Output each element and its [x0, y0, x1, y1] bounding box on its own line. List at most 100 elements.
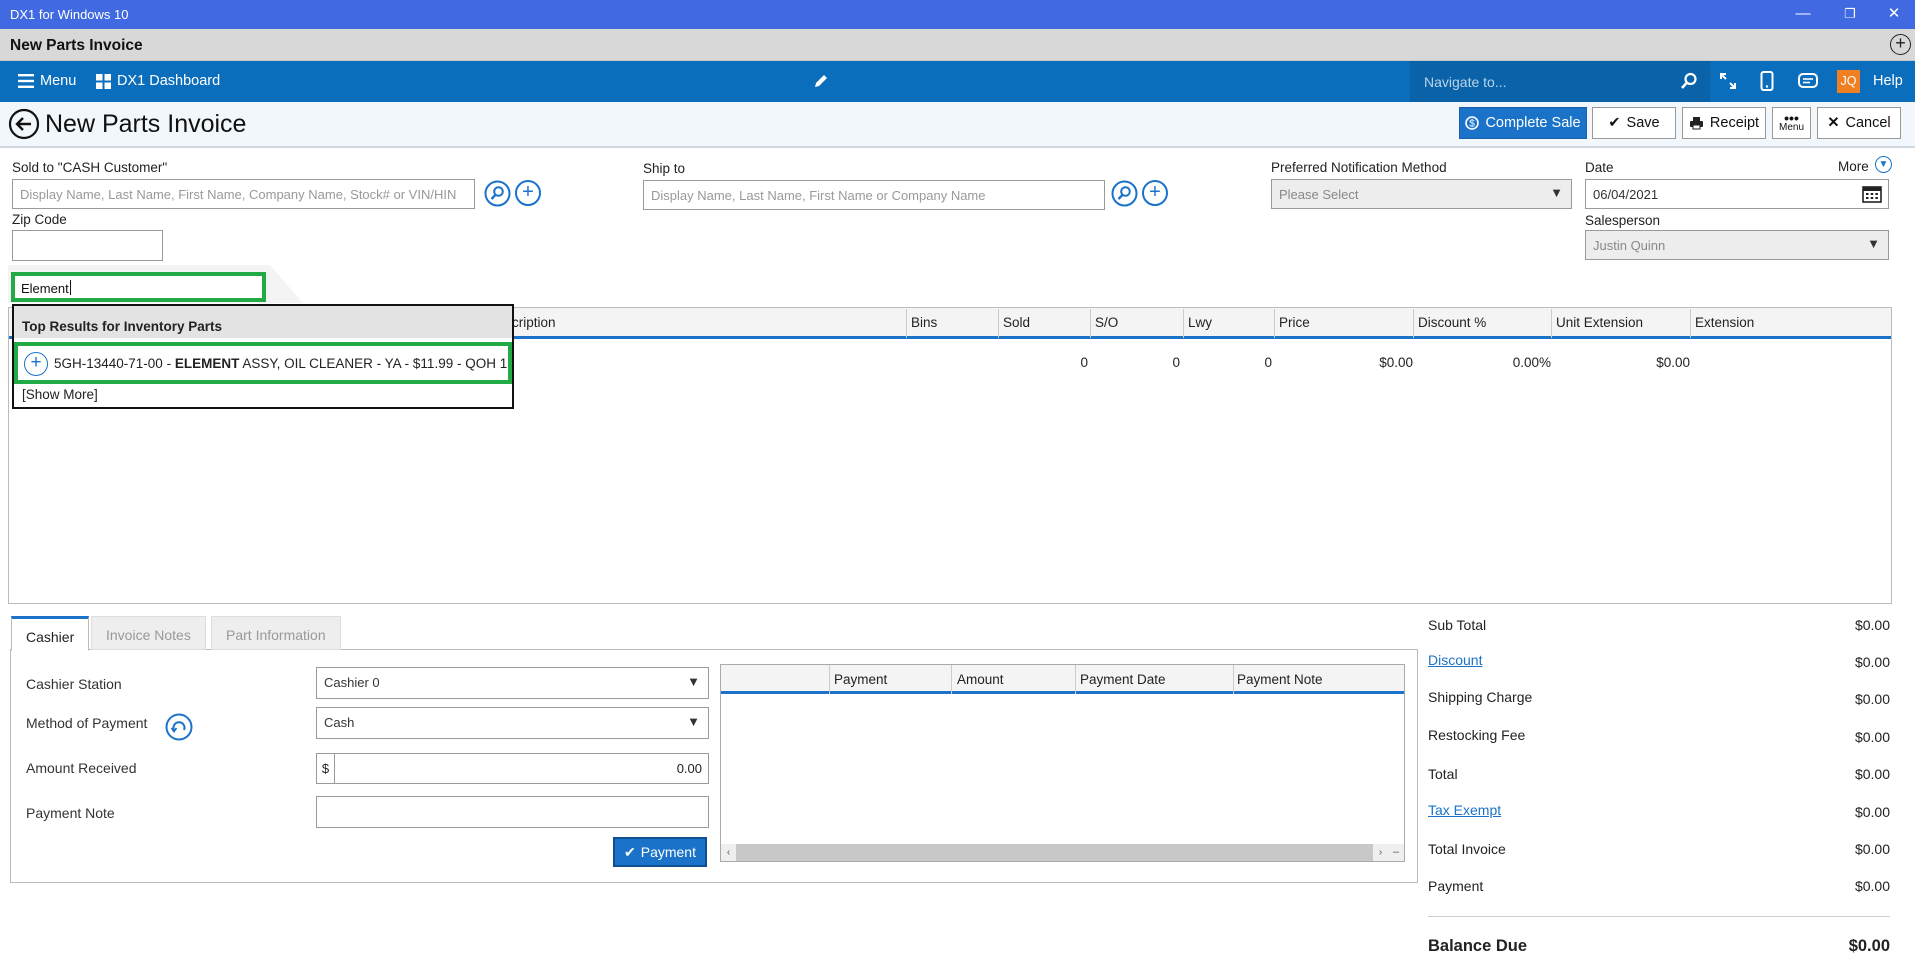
- document-tab-title[interactable]: New Parts Invoice: [10, 37, 143, 55]
- more-label[interactable]: More: [1838, 159, 1869, 174]
- zip-code-input[interactable]: [12, 230, 163, 261]
- printer-icon: [1689, 117, 1703, 130]
- save-label: Save: [1626, 115, 1660, 131]
- summary-value: $0.00: [1854, 841, 1890, 857]
- payment-method-select[interactable]: Cash ▼: [316, 707, 709, 739]
- minimize-button[interactable]: —: [1793, 4, 1813, 24]
- notification-select[interactable]: Please Select ▼: [1271, 179, 1572, 209]
- part-search-input[interactable]: Element: [21, 281, 69, 296]
- receipt-button[interactable]: Receipt: [1682, 107, 1766, 139]
- search-results-dropdown: Top Results for Inventory Parts + 5GH-13…: [12, 304, 514, 409]
- complete-sale-button[interactable]: $ Complete Sale: [1459, 107, 1587, 139]
- ship-to-input[interactable]: Display Name, Last Name, First Name or C…: [643, 180, 1105, 210]
- zip-code-label: Zip Code: [12, 212, 67, 227]
- sold-to-add-icon[interactable]: +: [515, 180, 541, 206]
- window-title-bar: DX1 for Windows 10 — ❐ ✕: [0, 0, 1915, 29]
- more-chevron-icon[interactable]: ▼: [1875, 156, 1892, 173]
- dashboard-link[interactable]: DX1 Dashboard: [117, 73, 220, 89]
- summary-row: Sub Total $0.00: [1428, 617, 1890, 633]
- restore-button[interactable]: ❐: [1840, 4, 1860, 24]
- search-result-item[interactable]: + 5GH-13440-71-00 - ELEMENT ASSY, OIL CL…: [14, 342, 512, 384]
- col-divider: [829, 665, 830, 694]
- date-field[interactable]: 06/04/2021: [1585, 179, 1889, 209]
- discount-link[interactable]: Discount: [1428, 652, 1482, 668]
- summary-value: $0.00: [1854, 654, 1890, 670]
- payment-button[interactable]: ✔ Payment: [613, 837, 707, 867]
- result-description: ASSY, OIL CLEANER - YA - $11.99 - QOH 1: [239, 356, 508, 371]
- text-cursor: [70, 280, 71, 295]
- page-title: New Parts Invoice: [45, 110, 247, 138]
- salesperson-select[interactable]: Justin Quinn ▼: [1585, 230, 1889, 260]
- sold-to-label: Sold to "CASH Customer": [12, 160, 168, 175]
- col-amount: Amount: [957, 672, 1004, 687]
- scroll-left-icon[interactable]: ‹: [721, 844, 736, 861]
- tab-part-information[interactable]: Part Information: [211, 616, 341, 650]
- col-divider: [1183, 309, 1184, 338]
- more-menu-button[interactable]: ••• Menu: [1772, 107, 1811, 139]
- cancel-button[interactable]: ✕ Cancel: [1817, 107, 1901, 139]
- cashier-station-label: Cashier Station: [26, 676, 122, 692]
- ship-to-search-icon[interactable]: [1111, 180, 1138, 211]
- balance-due-value: $0.00: [1848, 937, 1890, 955]
- refresh-icon[interactable]: [165, 713, 193, 745]
- row-sold: 0: [1080, 355, 1088, 370]
- payment-method-label: Method of Payment: [26, 715, 148, 731]
- show-more-link[interactable]: [Show More]: [22, 387, 98, 402]
- tab-invoice-notes[interactable]: Invoice Notes: [91, 616, 206, 650]
- horizontal-scrollbar[interactable]: ‹ › –: [721, 844, 1404, 861]
- dots-icon: •••: [1784, 109, 1799, 126]
- save-button[interactable]: ✔ Save: [1592, 107, 1676, 139]
- chat-icon[interactable]: [1798, 73, 1818, 93]
- sold-to-input[interactable]: Display Name, Last Name, First Name, Com…: [12, 179, 475, 209]
- window-title: DX1 for Windows 10: [10, 7, 129, 22]
- sold-to-search-icon[interactable]: [484, 180, 511, 211]
- navigate-placeholder[interactable]: Navigate to...: [1424, 74, 1507, 90]
- summary-value: $0.00: [1854, 766, 1890, 782]
- summary-label: Sub Total: [1428, 617, 1487, 633]
- app-bar: Menu DX1 Dashboard Navigate to... JQ Hel…: [0, 61, 1915, 102]
- payment-method-value: Cash: [324, 715, 355, 730]
- ship-to-add-icon[interactable]: +: [1142, 180, 1168, 206]
- amount-received-label: Amount Received: [26, 760, 137, 776]
- amount-received-input[interactable]: 0.00: [677, 761, 702, 776]
- search-result-text: 5GH-13440-71-00 - ELEMENT ASSY, OIL CLEA…: [54, 356, 507, 371]
- fullscreen-icon[interactable]: [1719, 72, 1737, 94]
- payment-note-label: Payment Note: [26, 805, 115, 821]
- row-price: $0.00: [1379, 355, 1413, 370]
- payment-note-input[interactable]: [316, 796, 709, 828]
- menu-button-label: Menu: [1778, 121, 1804, 133]
- col-payment-note: Payment Note: [1237, 672, 1323, 687]
- back-arrow-icon[interactable]: [8, 108, 40, 144]
- col-price: Price: [1279, 315, 1310, 330]
- search-icon[interactable]: [1680, 72, 1698, 93]
- cancel-label: Cancel: [1845, 115, 1891, 131]
- svg-text:$: $: [1470, 119, 1476, 130]
- col-divider: [1274, 309, 1275, 338]
- col-divider: [1690, 309, 1691, 338]
- help-link[interactable]: Help: [1873, 73, 1903, 89]
- col-divider: [1233, 665, 1234, 694]
- tab-cashier[interactable]: Cashier: [11, 616, 90, 651]
- add-tab-icon[interactable]: +: [1890, 34, 1911, 55]
- navigate-search[interactable]: Navigate to...: [1410, 61, 1710, 102]
- user-avatar[interactable]: JQ: [1837, 70, 1860, 93]
- receipt-label: Receipt: [1709, 115, 1760, 131]
- menu-link[interactable]: Menu: [40, 73, 76, 89]
- col-divider: [906, 309, 907, 338]
- tax-exempt-link[interactable]: Tax Exempt: [1428, 802, 1501, 818]
- mobile-icon[interactable]: [1760, 71, 1774, 95]
- cashier-station-select[interactable]: Cashier 0 ▼: [316, 667, 709, 699]
- amount-received-field[interactable]: $ 0.00: [316, 753, 709, 784]
- notification-label: Preferred Notification Method: [1271, 160, 1447, 175]
- summary-label: Shipping Charge: [1428, 689, 1533, 705]
- scroll-right-icon[interactable]: ›: [1373, 844, 1388, 861]
- close-button[interactable]: ✕: [1884, 4, 1904, 24]
- add-part-icon[interactable]: +: [24, 352, 48, 376]
- row-so: 0: [1172, 355, 1180, 370]
- pencil-icon[interactable]: [813, 73, 829, 93]
- hamburger-icon[interactable]: [18, 74, 34, 88]
- col-payment: Payment: [834, 672, 888, 687]
- summary-row: Total $0.00: [1428, 766, 1890, 782]
- calendar-icon[interactable]: [1862, 185, 1882, 206]
- document-tab-bar: New Parts Invoice +: [0, 29, 1915, 61]
